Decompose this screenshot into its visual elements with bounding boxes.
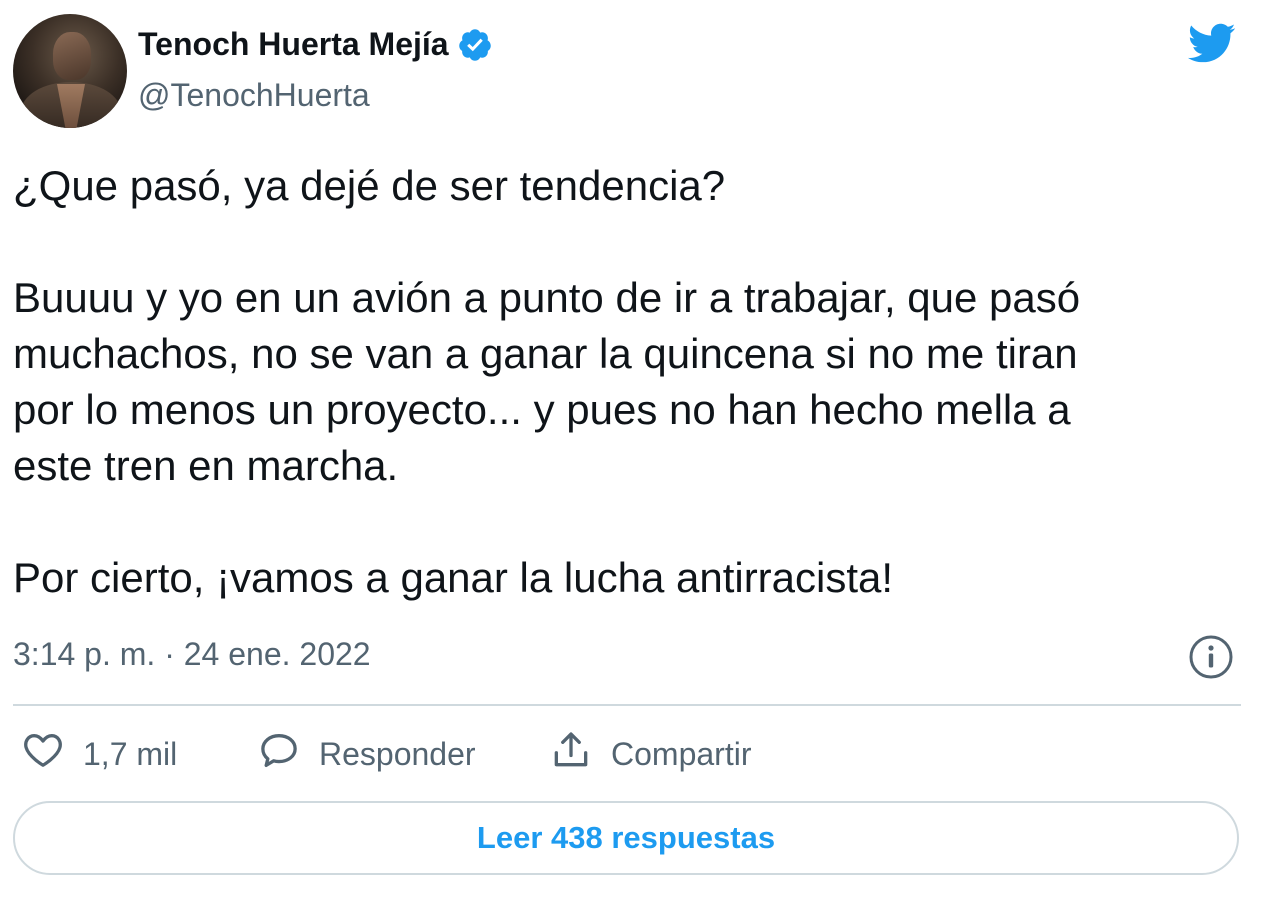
reply-button[interactable]: Responder <box>257 728 476 780</box>
heart-icon <box>21 728 65 780</box>
speech-bubble-icon <box>257 728 301 780</box>
tweet-timestamp[interactable]: 3:14 p. m. · 24 ene. 2022 <box>13 636 371 673</box>
divider <box>13 704 1241 706</box>
tweet-text: ¿Que pasó, ya dejé de ser tendencia? Buu… <box>13 158 1253 606</box>
share-button[interactable]: Compartir <box>549 728 751 780</box>
author-display-name[interactable]: Tenoch Huerta Mejía <box>138 26 493 63</box>
twitter-bird-icon <box>1183 18 1239 68</box>
tweet-line: muchachos, no se van a ganar la quincena… <box>13 330 1078 377</box>
like-count: 1,7 mil <box>83 735 178 772</box>
tweet-line: ¿Que pasó, ya dejé de ser tendencia? <box>13 162 726 209</box>
read-replies-button[interactable]: Leer 438 respuestas <box>13 801 1239 875</box>
tweet-line: por lo menos un proyecto... y pues no ha… <box>13 386 1071 433</box>
share-upload-icon <box>549 728 593 780</box>
info-icon[interactable] <box>1188 634 1234 680</box>
like-button[interactable]: 1,7 mil <box>21 728 177 780</box>
tweet-line: este tren en marcha. <box>13 442 399 489</box>
share-label: Compartir <box>611 735 752 772</box>
reply-label: Responder <box>319 735 476 772</box>
author-handle[interactable]: @TenochHuerta <box>138 77 370 114</box>
author-avatar[interactable] <box>13 14 127 128</box>
author-display-name-text: Tenoch Huerta Mejía <box>138 26 449 62</box>
tweet-line: Por cierto, ¡vamos a ganar la lucha anti… <box>13 554 894 601</box>
verified-badge-icon <box>457 27 493 63</box>
tweet-line: Buuuu y yo en un avión a punto de ir a t… <box>13 274 1081 321</box>
avatar-face <box>53 32 91 80</box>
